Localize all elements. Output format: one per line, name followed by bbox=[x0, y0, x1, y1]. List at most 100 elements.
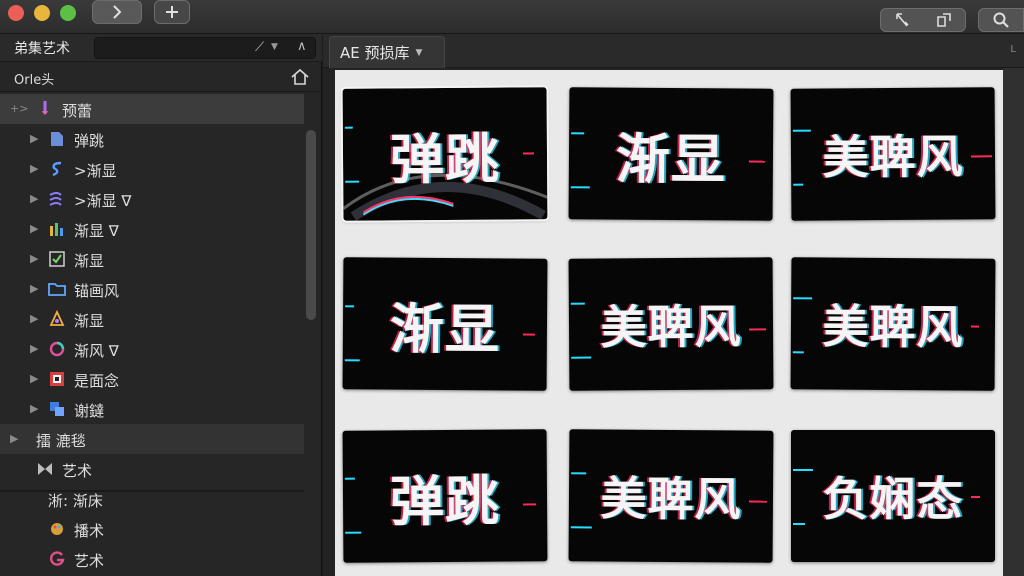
curve-icon[interactable]: ∧ bbox=[297, 39, 307, 54]
sidebar-item-label: 锚画风 bbox=[74, 282, 120, 300]
folder-icon bbox=[48, 280, 66, 298]
preset-tile[interactable]: 渐显 bbox=[568, 87, 774, 221]
preset-tile[interactable]: 美聛风 bbox=[790, 257, 996, 391]
preset-tile-title: 弹跳 bbox=[389, 127, 501, 191]
sidebar-search-field[interactable]: ⟋ ▼ ∧ bbox=[94, 37, 316, 59]
preset-tile[interactable]: 弹跳 bbox=[340, 85, 550, 223]
preset-tile[interactable]: 弹跳 bbox=[342, 429, 548, 563]
main-panel: AE 预损库 ▼ L 弹跳 渐显 美聛风 渐显 美聛风 美聛风 弹跳 美聛风 负娴态 bbox=[323, 34, 1024, 576]
preset-tile[interactable]: 渐显 bbox=[342, 257, 548, 391]
disclosure-arrow-icon[interactable]: ▶ bbox=[30, 192, 38, 205]
disclosure-arrow-icon[interactable]: ▶ bbox=[30, 222, 38, 235]
corner-mark: L bbox=[1010, 44, 1016, 55]
preset-tile[interactable]: 美聛风 bbox=[568, 429, 774, 563]
sidebar-item[interactable]: ▶ 谢鐽 bbox=[0, 394, 304, 424]
pen-tool-icon[interactable] bbox=[893, 11, 911, 29]
sidebar-scrollbar[interactable] bbox=[306, 130, 316, 320]
glitch-streak bbox=[571, 132, 585, 135]
sidebar-item[interactable]: ▶ 弹跳 bbox=[0, 124, 304, 154]
disclosure-arrow-icon[interactable]: ▶ bbox=[30, 162, 38, 175]
disclosure-arrow-icon[interactable]: ▶ bbox=[30, 252, 38, 265]
minimize-window-button[interactable] bbox=[34, 5, 50, 21]
zoom-window-button[interactable] bbox=[60, 5, 76, 21]
glitch-streak bbox=[344, 126, 353, 129]
navigate-forward-button[interactable] bbox=[92, 0, 142, 24]
sidebar-item-label: 渐显 ∇ bbox=[74, 222, 119, 240]
chevron-down-icon[interactable]: ▼ bbox=[271, 42, 278, 52]
palette-icon bbox=[48, 520, 66, 538]
close-window-button[interactable] bbox=[8, 5, 24, 21]
home-icon[interactable] bbox=[290, 68, 310, 86]
plus-icon bbox=[166, 6, 178, 18]
sidebar: 弟集艺术 ⟋ ▼ ∧ Orle头 +> 预蕾 ▶ 弹跳 ▶ >渐显 ▶ >渐显 ∇ ▶ 渐显 ∇ ▶… bbox=[0, 34, 322, 576]
sidebar-item-label: >渐显 bbox=[74, 162, 117, 180]
pen-tool-icon[interactable]: ⟋ bbox=[255, 40, 264, 55]
sidebar-item[interactable]: ▶ 擂 漉毯 bbox=[0, 424, 304, 454]
glitch-streak bbox=[345, 305, 355, 308]
cone-icon bbox=[48, 309, 66, 328]
preset-tile[interactable]: 负娴态 bbox=[791, 430, 995, 562]
sidebar-item-label: 渐风 ∇ bbox=[74, 342, 119, 360]
brush-icon bbox=[36, 100, 54, 118]
tab-label: AE 预损库 bbox=[340, 44, 410, 62]
preset-tile[interactable]: 美聛风 bbox=[568, 257, 774, 391]
disclosure-arrow-icon[interactable]: ▶ bbox=[30, 402, 38, 415]
sidebar-item[interactable]: +> 预蕾 bbox=[0, 94, 304, 124]
disclosure-arrow-icon[interactable]: ▶ bbox=[30, 312, 38, 325]
ring-icon bbox=[48, 340, 66, 358]
preset-tile-title: 弹跳 bbox=[389, 469, 501, 533]
disclosure-arrow-icon[interactable]: ▶ bbox=[30, 132, 38, 145]
sidebar-item-label: 淅: 渐床 bbox=[48, 492, 103, 510]
preset-tile-title: 美聛风 bbox=[822, 129, 964, 185]
disclosure-arrow-icon[interactable]: ▶ bbox=[30, 372, 38, 385]
share-icon[interactable] bbox=[935, 11, 953, 29]
sidebar-item-label: >渐显 ∇ bbox=[74, 192, 132, 210]
sidebar-item[interactable]: 淅: 渐床 bbox=[0, 484, 304, 514]
preset-tile-title: 美聛风 bbox=[822, 299, 964, 355]
sidebar-item-label: 渐显 bbox=[74, 252, 105, 270]
sidebar-item-label: 预蕾 bbox=[62, 102, 93, 120]
glitch-streak bbox=[792, 351, 804, 354]
glitch-streak bbox=[971, 496, 980, 498]
sidebar-item[interactable]: ▶ 渐显 bbox=[0, 304, 304, 334]
disclosure-arrow-icon[interactable]: ▶ bbox=[30, 282, 38, 295]
sidebar-header: 弟集艺术 ⟋ ▼ ∧ bbox=[0, 34, 322, 62]
glitch-streak bbox=[971, 155, 993, 158]
sidebar-item[interactable]: ▶ >渐显 ∇ bbox=[0, 184, 304, 214]
preset-tile-title: 渐显 bbox=[615, 127, 727, 191]
g-icon bbox=[48, 550, 66, 568]
sidebar-item[interactable]: ▶ 渐显 bbox=[0, 244, 304, 274]
glitch-streak bbox=[571, 472, 587, 475]
sidebar-item[interactable]: ▶ 是面念 bbox=[0, 364, 304, 394]
sidebar-item[interactable]: 播术 bbox=[0, 514, 304, 544]
wave-icon bbox=[48, 190, 66, 208]
search-button[interactable] bbox=[978, 8, 1024, 32]
glitch-streak bbox=[523, 503, 537, 506]
sidebar-item[interactable]: 艺术 bbox=[0, 544, 304, 574]
disclosure-arrow-icon[interactable]: ▶ bbox=[10, 432, 18, 445]
glitch-streak bbox=[344, 359, 360, 362]
stack-icon bbox=[48, 400, 66, 418]
sidebar-item[interactable]: 艺术 bbox=[0, 454, 304, 484]
add-button[interactable] bbox=[154, 0, 190, 24]
glitch-streak bbox=[570, 302, 585, 305]
preset-tile[interactable]: 美聛风 bbox=[790, 87, 996, 221]
sidebar-subheader-label: Orle头 bbox=[14, 73, 55, 88]
sidebar-item-label: 艺术 bbox=[74, 552, 105, 570]
s-curve-icon bbox=[48, 160, 66, 178]
disclosure-arrow-icon[interactable]: +> bbox=[10, 102, 28, 115]
preset-tile-title: 美聛风 bbox=[600, 471, 742, 527]
sidebar-item[interactable]: ▶ >渐显 bbox=[0, 154, 304, 184]
forward-icon bbox=[113, 5, 122, 19]
disclosure-arrow-icon[interactable]: ▶ bbox=[30, 342, 38, 355]
tab-ae-presets[interactable]: AE 预损库 ▼ bbox=[329, 36, 445, 68]
sidebar-item[interactable]: ▶ 锚画风 bbox=[0, 274, 304, 304]
preset-tile-title: 渐显 bbox=[389, 297, 501, 361]
grid-icon bbox=[48, 370, 66, 388]
sidebar-item[interactable]: ▶ 渐风 ∇ bbox=[0, 334, 304, 364]
chevron-down-icon: ▼ bbox=[415, 47, 423, 58]
sidebar-item-label: 是面念 bbox=[74, 372, 120, 390]
glitch-streak bbox=[522, 152, 535, 155]
sidebar-item[interactable]: ▶ 渐显 ∇ bbox=[0, 214, 304, 244]
glitch-streak bbox=[793, 469, 813, 471]
